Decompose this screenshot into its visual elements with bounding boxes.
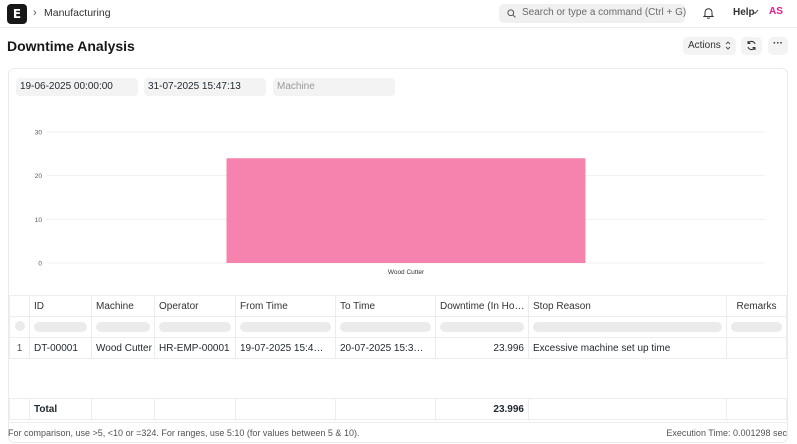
bar-wood-cutter[interactable] [226, 158, 586, 263]
y-tick-label: 30 [35, 130, 43, 137]
column-header-downtime[interactable]: Downtime (In Ho… [435, 295, 529, 317]
breadcrumb-chevron-icon: › [33, 7, 37, 19]
filter-hint: For comparison, use >5, <10 or =324. For… [8, 428, 360, 438]
row-index: 1 [9, 337, 30, 359]
filter-cell-from-time[interactable] [240, 322, 331, 332]
report-table: ID Machine Operator From Time To Time Do… [9, 295, 787, 420]
column-header-machine[interactable]: Machine [91, 295, 155, 317]
to-date-filter[interactable]: 31-07-2025 15:47:13 [144, 78, 266, 96]
filter-cell-id[interactable] [34, 322, 87, 332]
table-header-row: ID Machine Operator From Time To Time Do… [9, 295, 787, 317]
chevron-down-icon [751, 9, 759, 15]
more-options-button[interactable]: ··· [768, 37, 788, 55]
actions-label: Actions [688, 40, 721, 51]
filter-row-marker [14, 320, 25, 331]
cell-id[interactable]: DT-00001 [29, 337, 92, 359]
breadcrumb-manufacturing[interactable]: Manufacturing [44, 7, 111, 19]
refresh-button[interactable] [741, 37, 762, 55]
cell-machine[interactable]: Wood Cutter [91, 337, 155, 359]
machine-filter[interactable]: Machine [273, 78, 395, 96]
app-logo[interactable]: E [7, 4, 27, 24]
from-date-filter[interactable]: 19-06-2025 00:00:00 [16, 78, 138, 96]
filter-cell-stop-reason[interactable] [533, 322, 723, 332]
cell-stop-reason[interactable]: Excessive machine set up time [527, 337, 728, 359]
refresh-icon [747, 40, 756, 51]
column-header-id[interactable]: ID [29, 295, 92, 317]
y-tick-label: 0 [38, 261, 42, 268]
search-placeholder: Search or type a command (Ctrl + G) [522, 7, 687, 18]
column-header-remarks[interactable]: Remarks [726, 295, 787, 317]
table-row[interactable]: 1 DT-00001 Wood Cutter HR-EMP-00001 19-0… [9, 337, 787, 359]
filter-row [9, 316, 787, 338]
report-card: 19-06-2025 00:00:00 31-07-2025 15:47:13 … [8, 68, 788, 443]
downtime-bar-chart: 0 10 20 30 Wood Cutter [35, 130, 765, 276]
total-downtime: 23.996 [435, 398, 529, 420]
top-navbar: E › Manufacturing Search or type a comma… [0, 0, 797, 28]
page-title: Downtime Analysis [7, 38, 135, 54]
select-updown-icon [725, 41, 731, 50]
filter-cell-machine[interactable] [96, 322, 150, 332]
column-header-operator[interactable]: Operator [154, 295, 236, 317]
notification-bell-icon[interactable] [703, 7, 714, 19]
execution-time: Execution Time: 0.001298 sec [666, 428, 787, 438]
x-tick-label: Wood Cutter [388, 269, 425, 276]
search-icon [507, 9, 516, 18]
header-row-index [9, 295, 30, 317]
more-dots-icon: ··· [773, 38, 783, 49]
user-avatar[interactable]: AS [769, 6, 783, 17]
y-tick-label: 10 [35, 217, 43, 224]
search-bar[interactable]: Search or type a command (Ctrl + G) [499, 4, 687, 23]
column-header-stop-reason[interactable]: Stop Reason [527, 295, 728, 317]
filter-cell-remarks[interactable] [731, 322, 782, 332]
cell-remarks[interactable] [726, 337, 787, 359]
y-tick-label: 20 [35, 173, 43, 180]
column-header-from-time[interactable]: From Time [235, 295, 336, 317]
cell-from-time[interactable]: 19-07-2025 15:4… [235, 337, 336, 359]
cell-to-time[interactable]: 20-07-2025 15:3… [335, 337, 436, 359]
filter-cell-downtime[interactable] [440, 322, 524, 332]
totals-row: Total 23.996 [9, 398, 787, 420]
filter-cell-operator[interactable] [159, 322, 231, 332]
footer-divider [8, 422, 788, 423]
table-empty-space [10, 359, 787, 399]
cell-operator[interactable]: HR-EMP-00001 [154, 337, 236, 359]
actions-button[interactable]: Actions [683, 37, 736, 55]
column-header-to-time[interactable]: To Time [335, 295, 436, 317]
total-label: Total [29, 398, 92, 420]
cell-downtime[interactable]: 23.996 [435, 337, 529, 359]
filter-cell-to-time[interactable] [340, 322, 431, 332]
